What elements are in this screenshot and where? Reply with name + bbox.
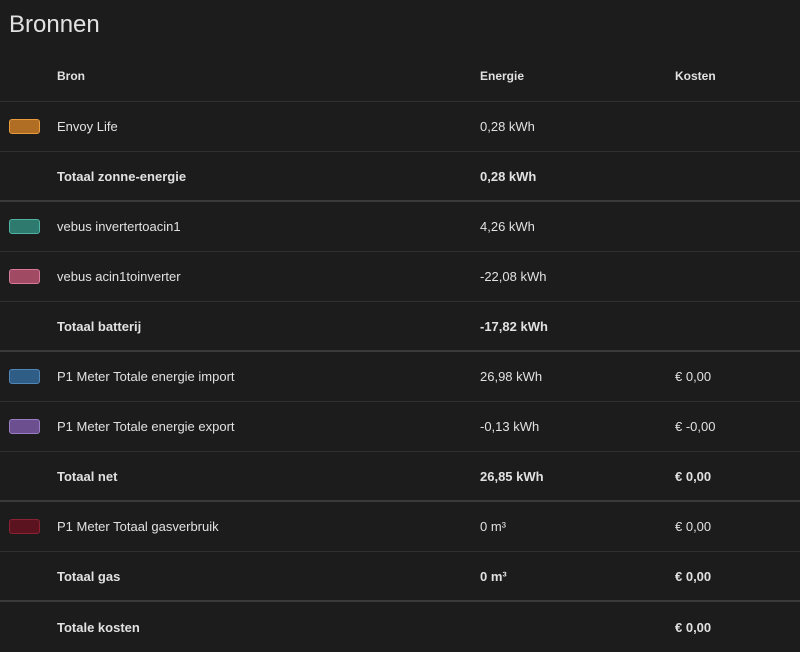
total-row: Totaal batterij -17,82 kWh [0,302,800,352]
column-header-source: Bron [57,68,85,83]
total-energy-value: 0 m³ [480,568,507,584]
energy-value: -0,13 kWh [480,419,540,434]
table-row: P1 Meter Totale energie import 26,98 kWh… [0,352,800,402]
color-swatch [9,269,40,284]
grand-total-cost-value: € 0,00 [675,619,712,635]
grand-total-name: Totale kosten [57,619,140,635]
total-name: Totaal batterij [57,318,142,334]
sources-table: Bron Energie Kosten Envoy Life 0,28 kWh … [0,50,800,652]
grand-total-row: Totale kosten € 0,00 [0,602,800,652]
color-swatch [9,419,40,434]
color-swatch [9,519,40,534]
column-header-energy: Energie [480,68,525,83]
table-row: P1 Meter Totale energie export -0,13 kWh… [0,402,800,452]
table-header-row: Bron Energie Kosten [0,50,800,102]
total-row: Totaal gas 0 m³ € 0,00 [0,552,800,602]
total-energy-value: -17,82 kWh [480,318,548,334]
source-name: vebus invertertoacin1 [57,219,181,234]
color-swatch [9,219,40,234]
total-cost-value: € 0,00 [675,568,712,584]
source-name: P1 Meter Totaal gasverbruik [57,519,219,534]
cost-value: € 0,00 [675,369,712,384]
cost-value: € -0,00 [675,419,716,434]
energy-value: 26,98 kWh [480,369,543,384]
table-row: P1 Meter Totaal gasverbruik 0 m³ € 0,00 [0,502,800,552]
energy-value: 0 m³ [480,519,506,534]
energy-value: 4,26 kWh [480,219,535,234]
table-row: vebus acin1toinverter -22,08 kWh [0,252,800,302]
total-name: Totaal net [57,468,118,484]
total-energy-value: 0,28 kWh [480,168,537,184]
table-row: Envoy Life 0,28 kWh [0,102,800,152]
table-row: vebus invertertoacin1 4,26 kWh [0,202,800,252]
total-row: Totaal zonne-energie 0,28 kWh [0,152,800,202]
energy-value: -22,08 kWh [480,269,547,284]
color-swatch [9,119,40,134]
total-row: Totaal net 26,85 kWh € 0,00 [0,452,800,502]
total-name: Totaal gas [57,568,121,584]
source-name: P1 Meter Totale energie import [57,369,235,384]
column-header-cost: Kosten [675,68,716,83]
energy-value: 0,28 kWh [480,119,535,134]
total-name: Totaal zonne-energie [57,168,187,184]
color-swatch [9,369,40,384]
total-energy-value: 26,85 kWh [480,468,544,484]
cost-value: € 0,00 [675,519,712,534]
sources-card: Bronnen Bron Energie Kosten Envoy Life 0… [0,0,800,643]
source-name: vebus acin1toinverter [57,269,181,284]
source-name: Envoy Life [57,119,118,134]
card-title: Bronnen [9,11,100,38]
source-name: P1 Meter Totale energie export [57,419,235,434]
total-cost-value: € 0,00 [675,468,712,484]
